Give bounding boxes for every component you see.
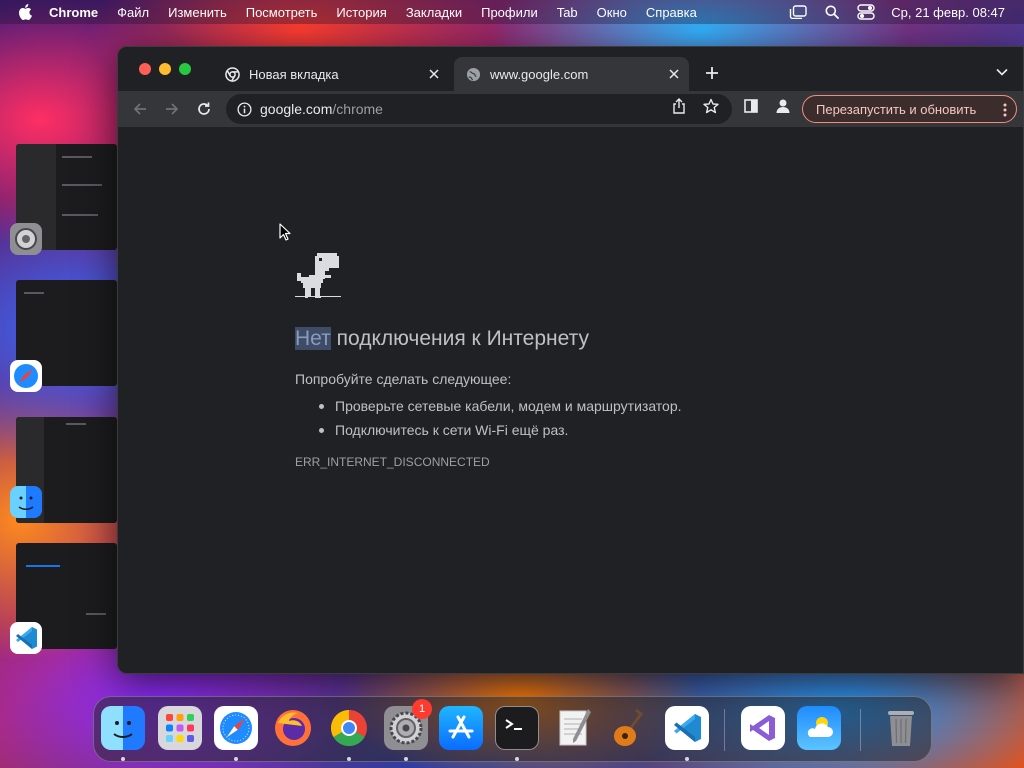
error-title-rest: подключения к Интернету — [330, 327, 589, 350]
new-tab-plus-icon[interactable] — [703, 64, 721, 82]
error-title: Нет подключения к Интернету — [295, 327, 589, 351]
dock-firefox-icon[interactable] — [271, 706, 315, 750]
dock-finder-icon[interactable] — [101, 706, 145, 750]
thumbnail-line — [86, 613, 106, 615]
menu-profiles[interactable]: Профили — [481, 5, 538, 20]
dock-separator — [724, 709, 725, 751]
tab-title: Новая вкладка — [249, 66, 339, 82]
running-indicator — [685, 757, 689, 761]
thumbnail-line — [24, 292, 44, 294]
tab-strip: Новая вкладка www.google.com — [118, 47, 1023, 91]
dock-garageband-icon[interactable] — [608, 706, 652, 750]
tab-title: www.google.com — [490, 66, 589, 82]
menu-chrome[interactable]: Chrome — [49, 5, 98, 20]
dock: 1 — [93, 696, 932, 762]
dock-separator — [860, 709, 861, 751]
running-indicator — [121, 757, 125, 761]
address-bar[interactable]: google.com/chrome — [226, 94, 732, 124]
running-indicator — [234, 757, 238, 761]
running-indicator — [347, 757, 351, 761]
thumbnail-line — [62, 184, 102, 186]
menu-history[interactable]: История — [336, 5, 386, 20]
menu-window[interactable]: Окно — [597, 5, 627, 20]
menu-bookmarks[interactable]: Закладки — [406, 5, 462, 20]
address-url: google.com/chrome — [260, 101, 383, 117]
dock-vscode-icon[interactable] — [665, 706, 709, 750]
tab-close-icon[interactable] — [667, 67, 681, 81]
site-info-icon[interactable] — [236, 101, 252, 117]
menu-view[interactable]: Посмотреть — [246, 5, 318, 20]
profile-avatar-icon[interactable] — [775, 98, 791, 114]
error-code: ERR_INTERNET_DISCONNECTED — [295, 455, 490, 469]
close-window-button[interactable] — [139, 63, 151, 75]
globe-icon — [465, 66, 481, 82]
dock-app-store-icon[interactable] — [439, 706, 483, 750]
reload-icon[interactable] — [194, 99, 214, 119]
safari-stage-icon[interactable] — [10, 360, 42, 392]
dock-terminal-icon[interactable] — [495, 706, 539, 750]
menu-bar: Chrome Файл Изменить Посмотреть История … — [0, 0, 1024, 24]
tab-close-icon[interactable] — [427, 67, 441, 81]
relaunch-to-update-button[interactable]: Перезапустить и обновить — [802, 95, 1017, 123]
thumbnail-line — [66, 423, 86, 425]
menu-help[interactable]: Справка — [646, 5, 697, 20]
error-page: Нет подключения к Интернету Попробуйте с… — [118, 127, 1023, 673]
spotlight-search-icon[interactable] — [823, 4, 841, 20]
offline-dinosaur-icon — [295, 253, 341, 298]
menu-tab[interactable]: Tab — [557, 5, 578, 20]
list-item: Проверьте сетевые кабели, модем и маршру… — [317, 394, 682, 418]
menu-edit[interactable]: Изменить — [168, 5, 227, 20]
dock-visual-studio-icon[interactable] — [741, 706, 785, 750]
tab-new-tab[interactable]: Новая вкладка — [215, 57, 447, 91]
thumbnail-line — [26, 565, 60, 567]
apple-logo-icon[interactable] — [18, 4, 32, 20]
notification-badge: 1 — [412, 699, 432, 719]
mouse-pointer-icon — [279, 223, 291, 241]
url-host: google.com — [260, 101, 333, 117]
vscode-stage-icon[interactable] — [10, 622, 42, 654]
control-center-icon[interactable] — [857, 4, 875, 20]
running-indicator — [404, 757, 408, 761]
side-panel-icon[interactable] — [743, 98, 759, 114]
selected-text: Нет — [295, 327, 331, 350]
dock-textedit-icon[interactable] — [552, 706, 596, 750]
back-arrow-icon[interactable] — [130, 99, 150, 119]
url-path: /chrome — [332, 101, 383, 117]
dock-launchpad-icon[interactable] — [158, 706, 202, 750]
chrome-window: Новая вкладка www.google.com google.com/… — [117, 46, 1024, 674]
tab-search-chevron-down-icon[interactable] — [995, 65, 1009, 79]
thumbnail-line — [62, 214, 98, 216]
suggestion-list: Проверьте сетевые кабели, модем и маршру… — [317, 394, 682, 442]
share-icon[interactable] — [671, 98, 687, 114]
dock-weather-icon[interactable] — [797, 706, 841, 750]
minimize-window-button[interactable] — [159, 63, 171, 75]
dock-safari-icon[interactable] — [214, 706, 258, 750]
thumbnail-line — [62, 156, 92, 158]
stage-manager-icon[interactable] — [789, 4, 807, 20]
finder-stage-icon[interactable] — [10, 486, 42, 518]
list-item: Подключитесь к сети Wi-Fi ещё раз. — [317, 418, 682, 442]
dock-chrome-icon[interactable] — [327, 706, 371, 750]
more-menu-icon[interactable] — [1002, 102, 1008, 118]
forward-arrow-icon[interactable] — [162, 99, 182, 119]
update-button-label: Перезапустить и обновить — [816, 101, 977, 117]
tab-google[interactable]: www.google.com — [454, 57, 689, 91]
dock-trash-icon[interactable] — [879, 706, 923, 750]
menubar-clock[interactable]: Ср, 21 февр. 08:47 — [891, 5, 1005, 20]
bookmark-star-icon[interactable] — [703, 98, 719, 114]
browser-toolbar: google.com/chrome Перезапустить и обнови… — [118, 91, 1023, 127]
zoom-window-button[interactable] — [179, 63, 191, 75]
menu-file[interactable]: Файл — [117, 5, 149, 20]
suggestion-intro: Попробуйте сделать следующее: — [295, 371, 512, 387]
chrome-icon — [224, 66, 240, 82]
system-settings-stage-icon[interactable] — [10, 223, 42, 255]
running-indicator — [515, 757, 519, 761]
